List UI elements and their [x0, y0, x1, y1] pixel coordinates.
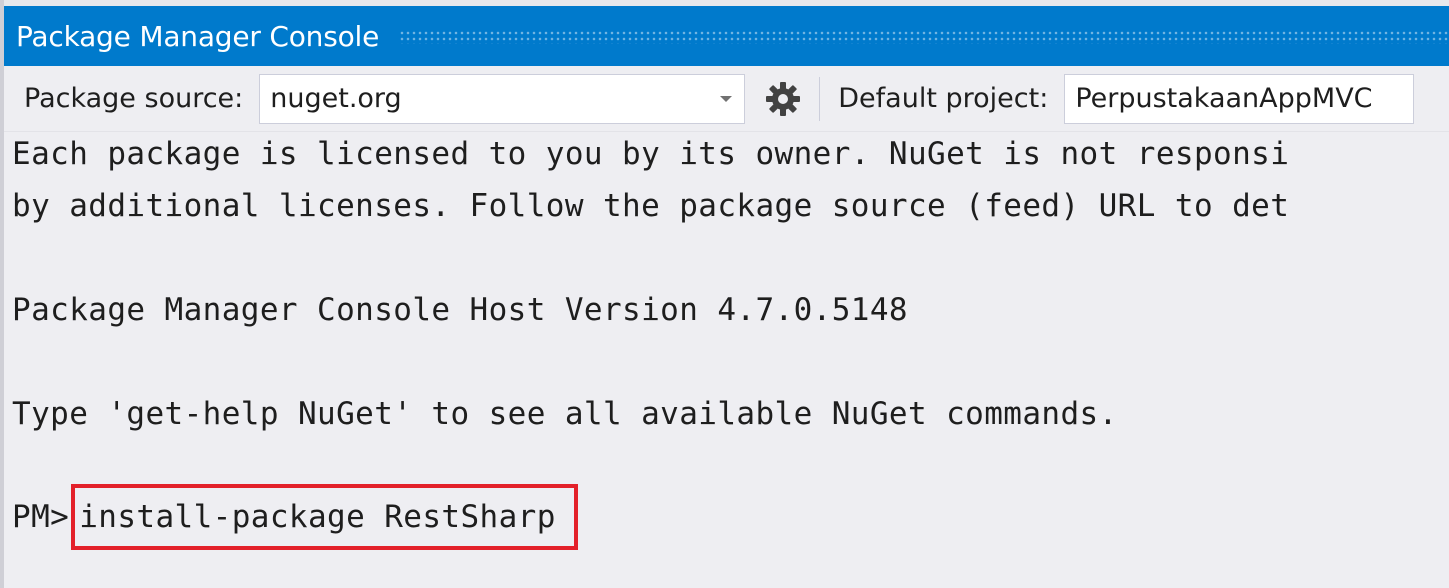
console-prompt: PM> — [12, 499, 70, 535]
console-line: by additional licenses. Follow the packa… — [12, 188, 1290, 224]
package-source-value: nuget.org — [270, 83, 402, 114]
console-output[interactable]: Each package is licensed to you by its o… — [4, 132, 1449, 588]
package-manager-console-window: Package Manager Console Package source: … — [0, 0, 1449, 588]
chevron-down-icon[interactable] — [720, 95, 733, 102]
settings-button[interactable] — [763, 79, 803, 119]
window-title: Package Manager Console — [16, 19, 380, 53]
toolbar: Package source: nuget.org Default projec… — [4, 66, 1449, 132]
package-source-dropdown[interactable]: nuget.org — [259, 73, 746, 124]
package-source-label: Package source: — [24, 83, 244, 114]
console-line: Each package is licensed to you by its o… — [12, 136, 1290, 172]
command-input[interactable]: install-package RestSharp — [79, 499, 556, 535]
console-line: Package Manager Console Host Version 4.7… — [12, 292, 908, 328]
title-bar[interactable]: Package Manager Console — [4, 6, 1449, 66]
title-grip[interactable] — [399, 30, 1449, 44]
console-line: Type 'get-help NuGet' to see all availab… — [12, 396, 1118, 432]
highlighted-command-box[interactable]: install-package RestSharp — [71, 484, 578, 550]
gear-icon — [766, 81, 801, 116]
default-project-label: Default project: — [838, 83, 1049, 114]
default-project-value: PerpustakaanAppMVC — [1075, 83, 1373, 114]
toolbar-separator — [819, 76, 821, 121]
default-project-dropdown[interactable]: PerpustakaanAppMVC — [1064, 73, 1415, 124]
prompt-row: PM> install-package RestSharp — [12, 484, 578, 550]
